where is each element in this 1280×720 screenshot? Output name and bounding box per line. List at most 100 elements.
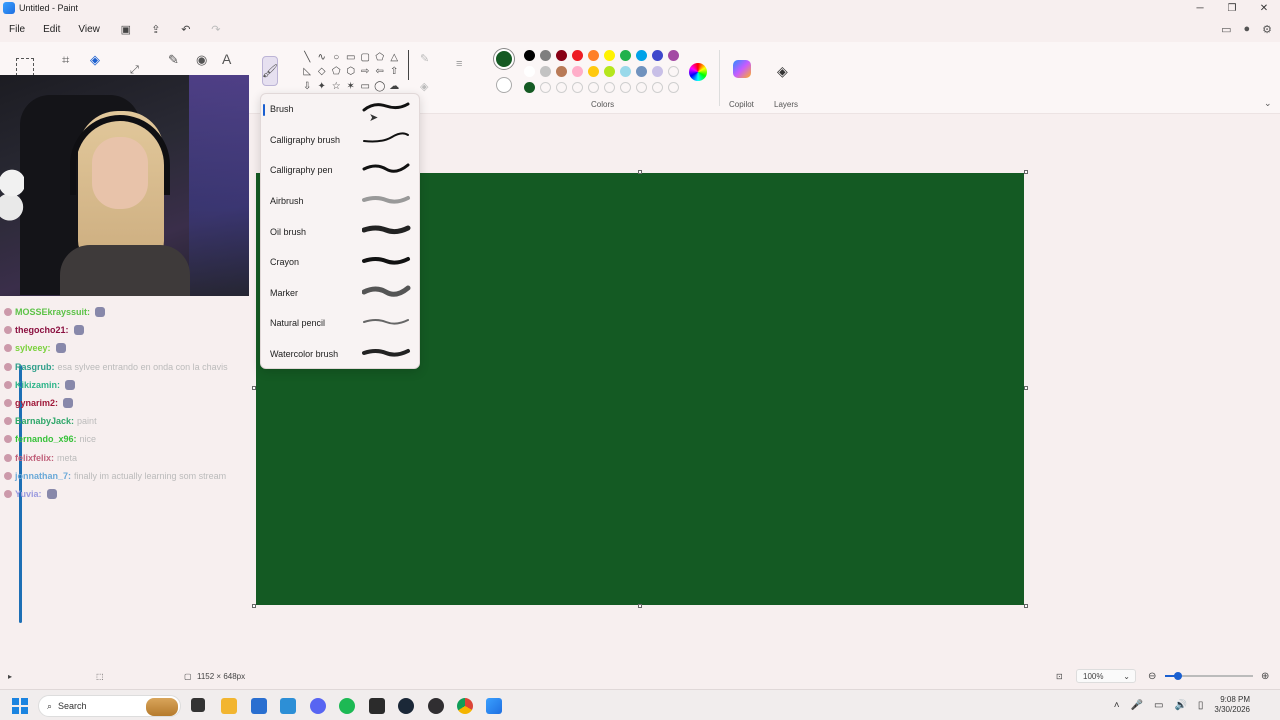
down-arrow-shape-icon[interactable]: ⇩ xyxy=(300,79,315,94)
network-icon[interactable]: ▭ xyxy=(1154,700,1163,711)
color-swatch[interactable] xyxy=(668,82,679,93)
brush-option[interactable]: Crayon xyxy=(261,247,419,278)
clock[interactable]: 9:08 PM 3/30/2026 xyxy=(1214,695,1250,715)
color-swatch[interactable] xyxy=(588,50,599,61)
edit-colors-icon[interactable] xyxy=(689,63,707,81)
crop-icon[interactable]: ⌗ xyxy=(62,52,69,68)
callout-rect-icon[interactable]: ▭ xyxy=(358,79,373,94)
restore-icon[interactable]: ❐ xyxy=(1216,0,1248,16)
color-swatch[interactable] xyxy=(620,50,631,61)
color-swatch[interactable] xyxy=(572,50,583,61)
color-swatch[interactable] xyxy=(540,82,551,93)
store-icon[interactable] xyxy=(251,698,267,714)
size-icon[interactable]: ≡ xyxy=(456,58,462,70)
task-view-icon[interactable] xyxy=(191,698,205,712)
color-swatch[interactable] xyxy=(604,82,615,93)
menu-edit[interactable]: Edit xyxy=(34,24,69,35)
color-swatch[interactable] xyxy=(620,82,631,93)
start-icon[interactable] xyxy=(12,698,28,714)
zoom-out-icon[interactable]: ⊖ xyxy=(1148,671,1156,682)
brush-option[interactable]: Calligraphy brush xyxy=(261,125,419,156)
color-swatch[interactable] xyxy=(668,50,679,61)
shape-fill-icon[interactable]: ◈ xyxy=(420,80,428,93)
color-swatch[interactable] xyxy=(652,82,663,93)
primary-color-swatch[interactable] xyxy=(494,49,514,69)
brush-option[interactable]: Brush xyxy=(261,94,419,125)
layers-icon[interactable]: ◈ xyxy=(777,63,788,80)
discord-icon[interactable] xyxy=(310,698,326,714)
six-point-star-icon[interactable]: ✶ xyxy=(344,79,359,94)
spotify-icon[interactable] xyxy=(339,698,355,714)
color-swatch[interactable] xyxy=(540,50,551,61)
color-swatch[interactable] xyxy=(588,66,599,77)
microphone-icon[interactable]: 🎤 xyxy=(1131,700,1143,711)
copilot-icon[interactable] xyxy=(733,60,751,78)
brush-option[interactable]: Airbrush xyxy=(261,186,419,217)
terminal-icon[interactable] xyxy=(369,698,385,714)
oval-shape-icon[interactable]: ○ xyxy=(329,50,344,65)
pentagon-shape-icon[interactable]: ⬠ xyxy=(329,65,344,80)
zoom-select[interactable]: 100% ⌄ xyxy=(1076,669,1136,683)
zoom-slider[interactable] xyxy=(1165,672,1253,680)
canvas-resize-handle[interactable] xyxy=(252,386,256,390)
text-icon[interactable]: A xyxy=(222,51,231,67)
color-swatch[interactable] xyxy=(604,66,615,77)
search-box[interactable]: ⌕ Search xyxy=(38,695,181,717)
weather-icon[interactable] xyxy=(280,698,296,714)
color-swatch[interactable] xyxy=(540,66,551,77)
pencil-icon[interactable]: ✎ xyxy=(168,52,179,68)
line-shape-icon[interactable]: ╲ xyxy=(300,50,315,65)
up-arrow-shape-icon[interactable]: ⇧ xyxy=(387,65,402,80)
minimize-icon[interactable]: ─ xyxy=(1184,0,1216,16)
color-swatch[interactable] xyxy=(524,50,535,61)
brush-option[interactable]: Oil brush xyxy=(261,216,419,247)
brush-option[interactable]: Watercolor brush xyxy=(261,339,419,370)
rectangle-shape-icon[interactable]: ▭ xyxy=(344,50,359,65)
menu-view[interactable]: View xyxy=(69,24,109,35)
brush-tool-icon[interactable]: 🖌 xyxy=(262,56,278,86)
left-arrow-shape-icon[interactable]: ⇦ xyxy=(373,65,388,80)
canvas-resize-handle[interactable] xyxy=(638,170,642,174)
color-swatch[interactable] xyxy=(588,82,599,93)
ribbon-collapse-icon[interactable]: ⌄ xyxy=(1264,98,1272,109)
canvas-resize-handle[interactable] xyxy=(638,604,642,608)
rounded-rect-shape-icon[interactable]: ▢ xyxy=(358,50,373,65)
color-swatch[interactable] xyxy=(572,66,583,77)
zoom-slider-thumb[interactable] xyxy=(1174,672,1183,680)
color-swatch[interactable] xyxy=(556,66,567,77)
file-explorer-icon[interactable] xyxy=(221,698,237,714)
color-swatch[interactable] xyxy=(604,50,615,61)
callout-oval-icon[interactable]: ◯ xyxy=(373,79,388,94)
undo-icon[interactable]: ↶ xyxy=(179,22,193,36)
right-arrow-shape-icon[interactable]: ⇨ xyxy=(358,65,373,80)
settings-icon[interactable]: ⚙ xyxy=(1262,23,1272,36)
selection-icon[interactable] xyxy=(16,58,34,76)
callout-cloud-icon[interactable]: ☁ xyxy=(387,79,402,94)
hexagon-shape-icon[interactable]: ⬡ xyxy=(344,65,359,80)
color-swatch[interactable] xyxy=(556,50,567,61)
outline-icon[interactable]: ✎ xyxy=(420,52,429,65)
polygon-shape-icon[interactable]: ⬠ xyxy=(373,50,388,65)
curve-shape-icon[interactable]: ∿ xyxy=(315,50,330,65)
account-icon[interactable]: ● xyxy=(1243,23,1250,36)
chevron-up-icon[interactable]: ˄ xyxy=(1114,700,1120,711)
brush-option[interactable]: Natural pencil xyxy=(261,308,419,339)
five-point-star-icon[interactable]: ☆ xyxy=(329,79,344,94)
canvas-resize-handle[interactable] xyxy=(252,604,256,608)
menu-file[interactable]: File xyxy=(0,24,34,35)
right-triangle-shape-icon[interactable]: ◺ xyxy=(300,65,315,80)
battery-icon[interactable]: ▯ xyxy=(1198,700,1204,711)
color-swatch[interactable] xyxy=(524,66,535,77)
diamond-shape-icon[interactable]: ◇ xyxy=(315,65,330,80)
volume-icon[interactable]: 🔊 xyxy=(1174,700,1186,711)
paint-taskbar-icon[interactable] xyxy=(486,698,502,714)
color-swatch[interactable] xyxy=(636,50,647,61)
canvas-resize-handle[interactable] xyxy=(1024,170,1028,174)
share-icon[interactable]: ⇪ xyxy=(149,22,163,36)
color-swatch[interactable] xyxy=(652,50,663,61)
redo-icon[interactable]: ↷ xyxy=(209,22,223,36)
obs-icon[interactable] xyxy=(428,698,444,714)
feedback-icon[interactable]: ▭ xyxy=(1221,23,1231,36)
fit-to-window-icon[interactable]: ⊡ xyxy=(1056,672,1063,681)
four-point-star-icon[interactable]: ✦ xyxy=(315,79,330,94)
